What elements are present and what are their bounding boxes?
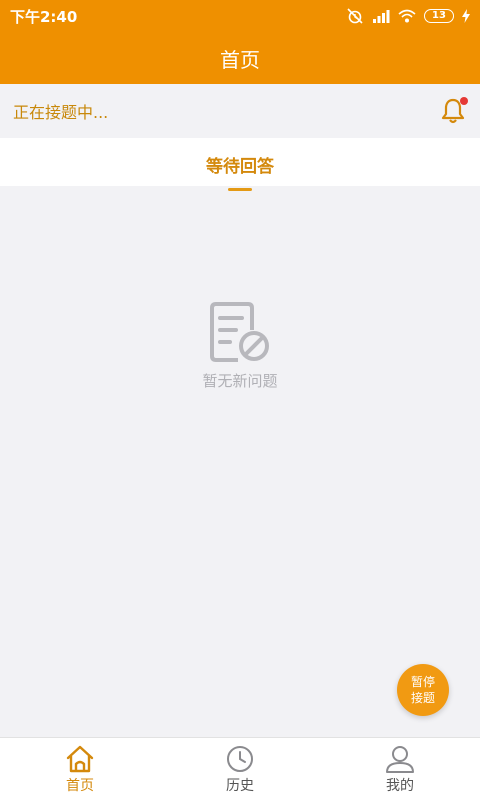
tab-bar: 等待回答 [0, 138, 480, 191]
notification-badge [460, 97, 468, 105]
nav-item-mine[interactable]: 我的 [320, 738, 480, 800]
empty-state: 暂无新问题 [0, 300, 480, 391]
tab-indicator [228, 188, 252, 191]
no-document-icon [210, 302, 269, 362]
status-time: 下午2:40 [10, 7, 78, 26]
nav-label-home: 首页 [66, 778, 94, 794]
battery-level: 13 [432, 10, 446, 21]
signal-icon [373, 10, 390, 23]
bottom-navigation: 首页 历史 我的 [0, 737, 480, 800]
status-bar: 下午2:40 13 [0, 0, 480, 32]
nav-item-home[interactable]: 首页 [0, 738, 160, 800]
empty-state-text: 暂无新问题 [202, 372, 278, 390]
user-icon [386, 746, 414, 773]
nav-label-mine: 我的 [386, 778, 414, 794]
notification-button[interactable] [438, 96, 468, 126]
page-title: 首页 [220, 47, 260, 72]
clock-icon [227, 746, 253, 772]
fab-label-line2: 接题 [410, 691, 435, 705]
battery-icon: 13 [424, 9, 454, 23]
receiving-status-text: 正在接题中... [13, 103, 109, 122]
receiving-status-row: 正在接题中... [0, 84, 480, 138]
alarm-off-icon [347, 8, 363, 24]
home-icon [66, 745, 94, 773]
nav-label-history: 历史 [226, 778, 254, 794]
fab-label-line1: 暂停 [410, 675, 435, 689]
pause-receiving-button[interactable]: 暂停 接题 [397, 664, 449, 716]
nav-item-history[interactable]: 历史 [160, 738, 320, 800]
app-bar: 首页 [0, 32, 480, 84]
tab-waiting-answer[interactable]: 等待回答 [206, 138, 274, 191]
wifi-icon [398, 9, 416, 23]
status-icons: 13 [346, 8, 470, 24]
charging-icon [462, 9, 470, 23]
tab-label: 等待回答 [206, 157, 274, 177]
